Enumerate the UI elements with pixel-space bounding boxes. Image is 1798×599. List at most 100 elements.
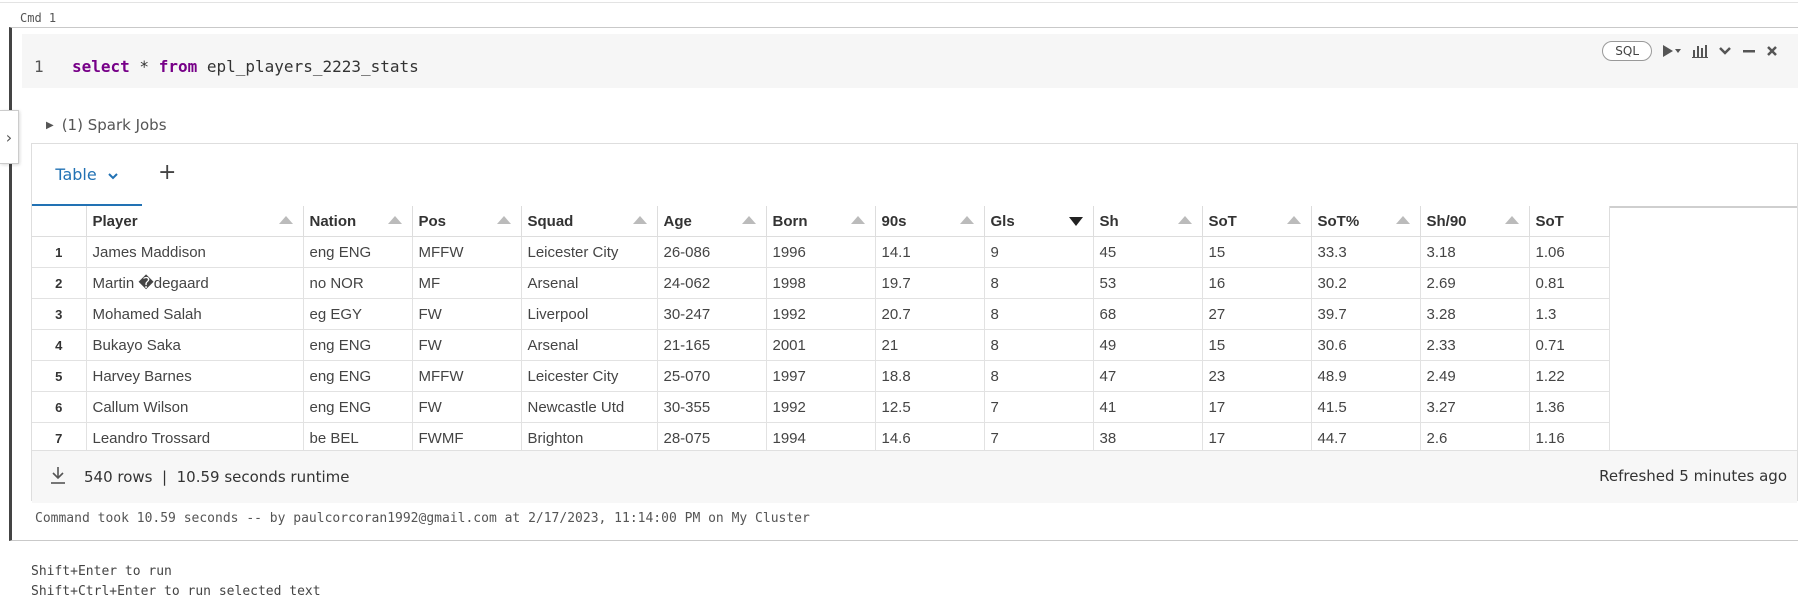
table-cell: FW bbox=[412, 298, 522, 330]
row-index: 5 bbox=[32, 360, 87, 392]
table-cell: eng ENG bbox=[303, 360, 413, 392]
chart-icon[interactable] bbox=[1692, 44, 1708, 58]
column-header[interactable]: Born bbox=[766, 206, 876, 237]
table-cell: 48.9 bbox=[1311, 360, 1421, 392]
table-cell: 30.2 bbox=[1311, 267, 1421, 299]
table-cell: 7 bbox=[984, 391, 1094, 423]
table-cell: 8 bbox=[984, 360, 1094, 392]
table-row[interactable]: 7 Leandro Trossard be BEL FWMF Brighton 28-07… bbox=[32, 422, 1610, 450]
table-row[interactable]: 3 Mohamed Salah eg EGY FW Liverpool 30-247 199… bbox=[32, 298, 1610, 330]
table-cell: MFFW bbox=[412, 236, 522, 268]
table-cell: 38 bbox=[1093, 422, 1203, 450]
table-cell: 39.7 bbox=[1311, 298, 1421, 330]
chevron-down-icon[interactable] bbox=[107, 165, 119, 184]
command-took-info: Command took 10.59 seconds -- by paulcor… bbox=[35, 511, 810, 526]
table-cell: 1994 bbox=[766, 422, 876, 450]
table-cell: FWMF bbox=[412, 422, 522, 450]
column-header-sorted[interactable]: Gls bbox=[984, 206, 1094, 237]
table-cell: 47 bbox=[1093, 360, 1203, 392]
table-cell: 3.28 bbox=[1420, 298, 1530, 330]
column-header[interactable]: Sh/90 bbox=[1420, 206, 1530, 237]
results-panel: Table + Player Nation Pos Squad Age Born bbox=[31, 143, 1798, 503]
column-header[interactable]: 90s bbox=[875, 206, 985, 237]
sort-icon bbox=[741, 216, 756, 224]
column-header[interactable]: Squad bbox=[521, 206, 658, 237]
add-tab-button[interactable]: + bbox=[158, 160, 176, 185]
table-cell: 1.06 bbox=[1529, 236, 1610, 268]
table-row[interactable]: 2 Martin �degaard no NOR MF Arsenal 24-062 199… bbox=[32, 267, 1610, 299]
table-cell: 25-070 bbox=[657, 360, 767, 392]
table-cell: 21 bbox=[875, 329, 985, 361]
results-footer: 540 rows | 10.59 seconds runtime Refresh… bbox=[32, 450, 1797, 503]
table-cell: 1.3 bbox=[1529, 298, 1610, 330]
sort-icon bbox=[959, 216, 974, 224]
table-cell: Leicester City bbox=[521, 236, 658, 268]
column-header[interactable]: Sh bbox=[1093, 206, 1203, 237]
column-header[interactable]: Nation bbox=[303, 206, 413, 237]
column-header[interactable]: SoT bbox=[1202, 206, 1312, 237]
code-line[interactable]: select * from epl_players_2223_stats bbox=[72, 57, 419, 76]
table-cell: 23 bbox=[1202, 360, 1312, 392]
results-tabbar: Table + bbox=[32, 144, 1797, 208]
spark-jobs-label: (1) Spark Jobs bbox=[61, 116, 167, 134]
table-cell: 3.18 bbox=[1420, 236, 1530, 268]
row-index: 7 bbox=[32, 422, 87, 450]
table-row[interactable]: 1 James Maddison eng ENG MFFW Leicester City… bbox=[32, 236, 1610, 268]
chevron-down-icon[interactable] bbox=[1718, 46, 1732, 56]
table-cell: 17 bbox=[1202, 422, 1312, 450]
table-cell: Bukayo Saka bbox=[86, 329, 304, 361]
table-cell: MFFW bbox=[412, 360, 522, 392]
spark-jobs-toggle[interactable]: ▶ (1) Spark Jobs bbox=[46, 116, 167, 134]
run-hint: Shift+Enter to run bbox=[31, 564, 172, 579]
cell-label: Cmd 1 bbox=[20, 11, 57, 25]
table-cell: 1992 bbox=[766, 298, 876, 330]
rows-runtime-info: 540 rows | 10.59 seconds runtime bbox=[84, 468, 350, 486]
close-icon[interactable] bbox=[1766, 45, 1778, 57]
table-cell: no NOR bbox=[303, 267, 413, 299]
table-cell: 1997 bbox=[766, 360, 876, 392]
table-cell: 9 bbox=[984, 236, 1094, 268]
table-cell: Callum Wilson bbox=[86, 391, 304, 423]
table-cell: 45 bbox=[1093, 236, 1203, 268]
keyword-select: select bbox=[72, 57, 130, 76]
column-header[interactable]: SoT bbox=[1529, 206, 1610, 237]
table-cell: 41.5 bbox=[1311, 391, 1421, 423]
code-table-name: epl_players_2223_stats bbox=[197, 57, 419, 76]
sort-icon bbox=[1504, 216, 1519, 224]
table-cell: 30.6 bbox=[1311, 329, 1421, 361]
row-index: 6 bbox=[32, 391, 87, 423]
table-row[interactable]: 4 Bukayo Saka eng ENG FW Arsenal 21-165 2001 21… bbox=[32, 329, 1610, 361]
table-cell: 14.1 bbox=[875, 236, 985, 268]
table-cell: 2001 bbox=[766, 329, 876, 361]
table-cell: 14.6 bbox=[875, 422, 985, 450]
tab-table[interactable]: Table bbox=[32, 144, 142, 206]
table-cell: 1.16 bbox=[1529, 422, 1610, 450]
column-header[interactable]: Pos bbox=[412, 206, 522, 237]
run-icon[interactable] bbox=[1662, 44, 1682, 58]
table-cell: 44.7 bbox=[1311, 422, 1421, 450]
sidebar-expand-icon[interactable]: › bbox=[0, 110, 19, 164]
table-row[interactable]: 5 Harvey Barnes eng ENG MFFW Leicester City 2… bbox=[32, 360, 1610, 392]
row-index: 1 bbox=[32, 236, 87, 268]
table-cell: 8 bbox=[984, 267, 1094, 299]
table-cell: 8 bbox=[984, 298, 1094, 330]
table-cell: eg EGY bbox=[303, 298, 413, 330]
table-row[interactable]: 6 Callum Wilson eng ENG FW Newcastle Utd 30-3… bbox=[32, 391, 1610, 423]
table-cell: Leandro Trossard bbox=[86, 422, 304, 450]
download-icon[interactable] bbox=[50, 466, 66, 489]
row-index: 4 bbox=[32, 329, 87, 361]
table-cell: Martin �degaard bbox=[86, 267, 304, 299]
language-badge[interactable]: SQL bbox=[1602, 41, 1652, 61]
table-cell: 8 bbox=[984, 329, 1094, 361]
cell-toolbar: SQL bbox=[1602, 38, 1798, 64]
column-header[interactable]: SoT% bbox=[1311, 206, 1421, 237]
table-scroll-area[interactable]: Player Nation Pos Squad Age Born 90s Gls… bbox=[32, 206, 1797, 450]
minimize-icon[interactable] bbox=[1742, 46, 1756, 56]
tab-table-label: Table bbox=[55, 164, 97, 184]
table-cell: 17 bbox=[1202, 391, 1312, 423]
column-header[interactable]: Age bbox=[657, 206, 767, 237]
column-header[interactable]: Player bbox=[86, 206, 304, 237]
row-index: 3 bbox=[32, 298, 87, 330]
sort-icon bbox=[387, 216, 402, 224]
table-cell: 7 bbox=[984, 422, 1094, 450]
